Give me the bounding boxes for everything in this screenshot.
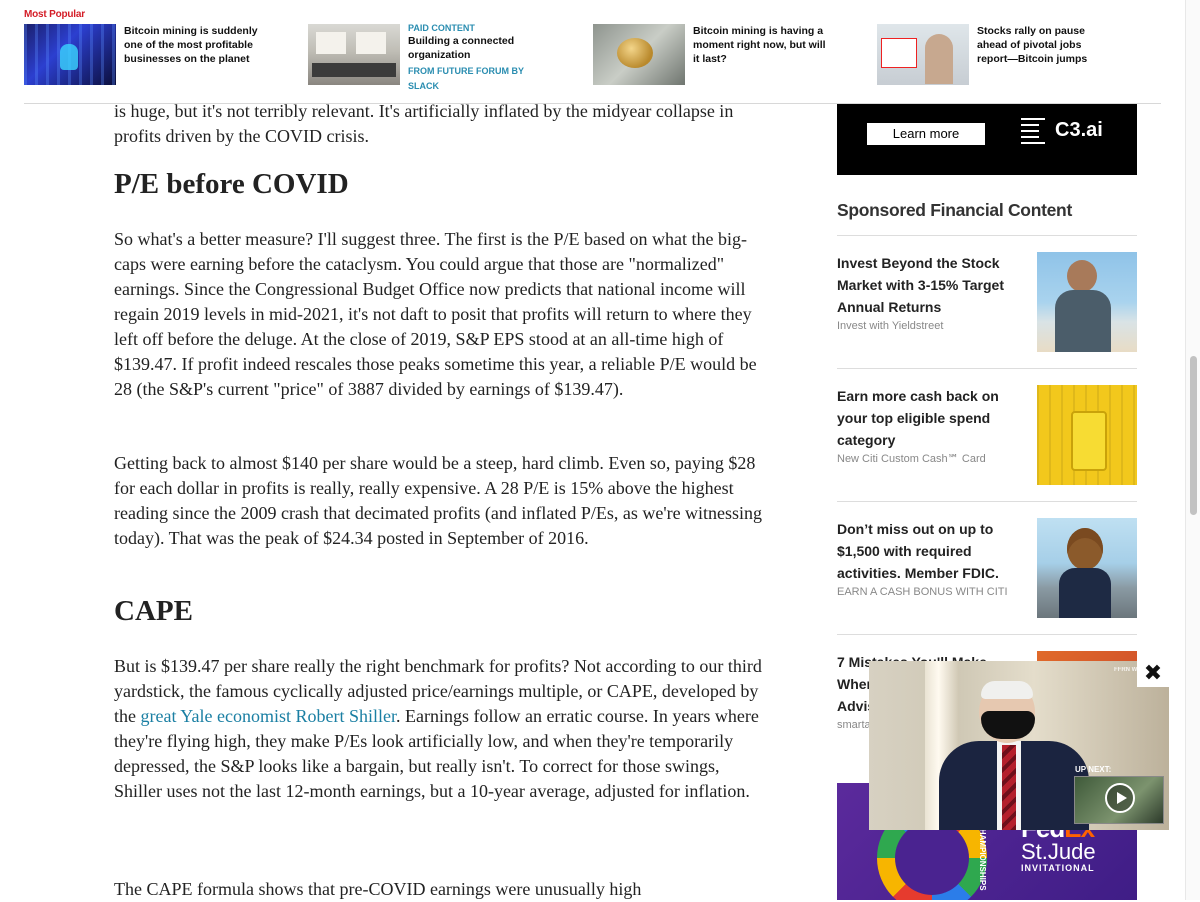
sponsored-headline[interactable]: Invest Beyond the Stock Market with 3-15… (837, 252, 1022, 318)
section-heading: P/E before COVID (114, 168, 349, 200)
most-popular-title[interactable]: Bitcoin mining is having a moment right … (693, 24, 833, 66)
close-video-button[interactable]: ✖ (1137, 661, 1169, 687)
play-icon[interactable] (1105, 783, 1135, 813)
most-popular-item[interactable]: Bitcoin mining is suddenly one of the mo… (24, 24, 264, 86)
sponsor-label[interactable]: FROM FUTURE FORUM BY SLACK (408, 64, 538, 94)
most-popular-item[interactable]: Stocks rally on pause ahead of pivotal j… (877, 24, 1107, 86)
sponsored-headline[interactable]: Don’t miss out on up to $1,500 with requ… (837, 518, 1022, 584)
server-room-thumbnail[interactable] (24, 24, 116, 85)
article-paragraph: But is $139.47 per share really the righ… (114, 654, 764, 804)
close-icon[interactable]: ✖ (1144, 663, 1162, 685)
bitcoin-coin-thumbnail[interactable] (593, 24, 685, 85)
video-frame-person (939, 681, 1089, 830)
sponsored-source: EARN A CASH BONUS WITH CITI (837, 586, 1008, 598)
sponsored-item[interactable]: Earn more cash back on your top eligible… (837, 385, 1137, 487)
most-popular-label: Most Popular (24, 9, 85, 20)
section-heading: CAPE (114, 595, 193, 627)
sponsored-image[interactable] (1037, 518, 1137, 618)
article-paragraph: Getting back to almost $140 per share wo… (114, 453, 763, 548)
sponsored-item[interactable]: Invest Beyond the Stock Market with 3-15… (837, 252, 1137, 354)
page-scrollbar[interactable] (1185, 0, 1200, 900)
most-popular-title[interactable]: Bitcoin mining is suddenly one of the mo… (124, 24, 264, 66)
ad-text: CHAMPIONSHIPS (978, 823, 987, 891)
divider (837, 368, 1137, 369)
article-paragraph: So what's a better measure? I'll suggest… (114, 229, 757, 399)
sponsored-image[interactable] (1037, 252, 1137, 352)
rally-thumbnail[interactable] (877, 24, 969, 85)
ad-text: INVITATIONAL (1021, 863, 1095, 873)
divider (837, 634, 1137, 635)
sponsored-source: Invest with Yieldstreet (837, 320, 944, 332)
sponsored-headline[interactable]: Earn more cash back on your top eligible… (837, 385, 1022, 451)
divider (24, 103, 1161, 104)
most-popular-title[interactable]: Building a connected organization (408, 34, 538, 62)
ad-text: St.Jude (1021, 839, 1096, 864)
most-popular-item[interactable]: Bitcoin mining is having a moment right … (593, 24, 833, 86)
most-popular-title[interactable]: Stocks rally on pause ahead of pivotal j… (977, 24, 1107, 66)
sponsored-source: New Citi Custom Cash℠ Card (837, 453, 986, 465)
article-paragraph: is huge, but it's not terribly relevant.… (114, 101, 734, 146)
article-paragraph: The CAPE formula shows that pre-COVID ea… (114, 879, 642, 899)
c3-logo-icon (1021, 116, 1047, 144)
sponsored-content-title: Sponsored Financial Content (837, 200, 1072, 220)
office-thumbnail[interactable] (308, 24, 400, 85)
learn-more-button[interactable]: Learn more (867, 123, 985, 145)
sponsored-image[interactable] (1037, 385, 1137, 485)
paid-content-label: PAID CONTENT (408, 23, 475, 33)
divider (837, 501, 1137, 502)
most-popular-item[interactable]: PAID CONTENT Building a connected organi… (308, 23, 538, 91)
c3-ai-ad[interactable]: Learn more C3.ai (837, 104, 1137, 175)
shiller-link[interactable]: great Yale economist Robert Shiller (141, 706, 396, 726)
c3-brand-text: C3.ai (1055, 118, 1103, 141)
floating-video-player[interactable]: FFRN WP ✖ UP NEXT: (869, 661, 1169, 830)
c3-ai-logo[interactable]: C3.ai (1021, 116, 1103, 144)
up-next-thumbnail[interactable] (1074, 776, 1164, 824)
up-next-label: UP NEXT: (1075, 765, 1112, 774)
most-popular-bar: Most Popular Bitcoin mining is suddenly … (0, 0, 1185, 104)
sponsored-item[interactable]: Don’t miss out on up to $1,500 with requ… (837, 518, 1137, 620)
scrollbar-thumb[interactable] (1190, 356, 1197, 515)
divider (837, 235, 1137, 236)
